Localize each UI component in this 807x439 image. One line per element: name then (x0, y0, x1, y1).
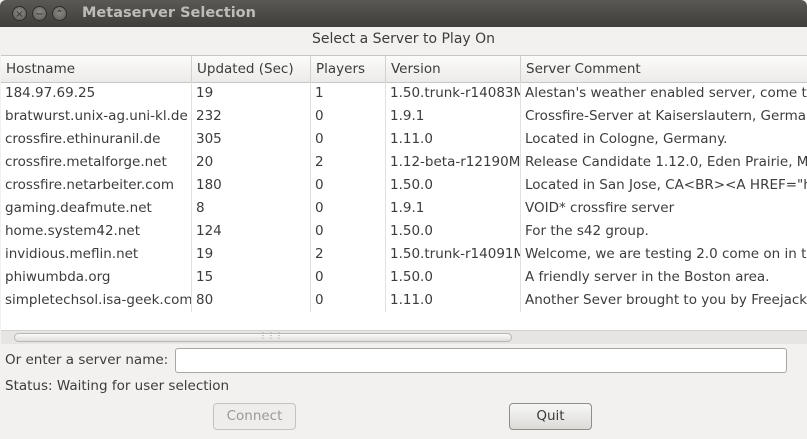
cell-hostname: invidious.meflin.net (1, 243, 192, 266)
cell-players: 0 (311, 266, 386, 289)
connect-button[interactable]: Connect (213, 403, 296, 430)
cell-version: 1.11.0 (386, 128, 521, 151)
cell-hostname: phiwumbda.org (1, 266, 192, 289)
title-bar[interactable]: × − ⌃ Metaserver Selection (0, 0, 807, 27)
cell-players: 2 (311, 243, 386, 266)
cell-updated: 80 (192, 289, 311, 312)
cell-comment: Release Candidate 1.12.0, Eden Prairie, … (525, 154, 807, 170)
table-row[interactable]: 184.97.69.25 19 1 1.50.trunk-r14083M Ale… (1, 82, 807, 105)
cell-hostname: home.system42.net (1, 220, 192, 243)
cell-hostname: crossfire.netarbeiter.com (1, 174, 192, 197)
table-row[interactable]: crossfire.ethinuranil.de 305 0 1.11.0 Lo… (1, 128, 807, 151)
quit-button[interactable]: Quit (509, 403, 592, 430)
cell-players: 2 (311, 151, 386, 174)
column-header-players[interactable]: Players (311, 56, 386, 82)
column-header-hostname[interactable]: Hostname (1, 56, 192, 82)
cell-players: 0 (311, 128, 386, 151)
column-header-version[interactable]: Version (386, 56, 521, 82)
cell-hostname: crossfire.metalforge.net (1, 151, 192, 174)
column-header-comment[interactable]: Server Comment (521, 56, 807, 82)
cell-updated: 19 (192, 82, 311, 105)
cell-version: 1.12-beta-r12190M (386, 151, 521, 174)
cell-version: 1.11.0 (386, 289, 521, 312)
cell-version: 1.50.0 (386, 266, 521, 289)
table-row[interactable]: home.system42.net 124 0 1.50.0 For the s… (1, 220, 807, 243)
minimize-icon[interactable]: − (32, 6, 47, 21)
cell-version: 1.50.trunk-r14091M (386, 243, 521, 266)
cell-updated: 20 (192, 151, 311, 174)
maximize-icon[interactable]: ⌃ (52, 6, 67, 21)
table-row[interactable]: crossfire.netarbeiter.com 180 0 1.50.0 L… (1, 174, 807, 197)
grip-icon: ⋮⋮⋮ (259, 331, 283, 340)
cell-hostname: bratwurst.unix-ag.uni-kl.de (1, 105, 192, 128)
cell-hostname: simpletechsol.isa-geek.com (1, 289, 192, 312)
window-title: Metaserver Selection (82, 5, 256, 21)
cell-updated: 305 (192, 128, 311, 151)
cell-updated: 15 (192, 266, 311, 289)
cell-hostname: crossfire.ethinuranil.de (1, 128, 192, 151)
table-row[interactable]: gaming.deafmute.net 8 0 1.9.1 VOID* cros… (1, 197, 807, 220)
cell-comment: Located in Cologne, Germany. (525, 131, 728, 147)
cell-version: 1.9.1 (386, 197, 521, 220)
cell-comment: Located in San Jose, CA<BR><A HREF="ht (525, 177, 807, 193)
cell-updated: 180 (192, 174, 311, 197)
cell-players: 0 (311, 105, 386, 128)
cell-comment: For the s42 group. (525, 223, 649, 239)
table-row[interactable]: crossfire.metalforge.net 20 2 1.12-beta-… (1, 151, 807, 174)
cell-comment: A friendly server in the Boston area. (525, 269, 770, 285)
cell-players: 1 (311, 82, 386, 105)
horizontal-scrollbar[interactable]: ⋮⋮⋮ (1, 330, 807, 344)
table-row[interactable]: invidious.meflin.net 19 2 1.50.trunk-r14… (1, 243, 807, 266)
cell-version: 1.50.trunk-r14083M (386, 82, 521, 105)
server-table[interactable]: Hostname Updated (Sec) Players Version S… (1, 55, 807, 331)
cell-version: 1.9.1 (386, 105, 521, 128)
cell-players: 0 (311, 289, 386, 312)
table-row[interactable]: phiwumbda.org 15 0 1.50.0 A friendly ser… (1, 266, 807, 289)
cell-updated: 19 (192, 243, 311, 266)
table-header: Hostname Updated (Sec) Players Version S… (1, 56, 807, 83)
cell-comment: Crossfire-Server at Kaiserslautern, Germ… (525, 108, 807, 124)
close-icon[interactable]: × (12, 6, 27, 21)
scrollbar-thumb[interactable]: ⋮⋮⋮ (14, 331, 512, 342)
table-row[interactable]: bratwurst.unix-ag.uni-kl.de 232 0 1.9.1 … (1, 105, 807, 128)
dialog-heading: Select a Server to Play On (311, 31, 496, 47)
cell-players: 0 (311, 220, 386, 243)
cell-updated: 8 (192, 197, 311, 220)
cell-updated: 232 (192, 105, 311, 128)
cell-updated: 124 (192, 220, 311, 243)
cell-comment: Alestan's weather enabled server, come t… (525, 85, 807, 101)
cell-players: 0 (311, 197, 386, 220)
table-row[interactable]: simpletechsol.isa-geek.com 80 0 1.11.0 A… (1, 289, 807, 312)
cell-hostname: gaming.deafmute.net (1, 197, 192, 220)
cell-comment: Another Sever brought to you by Freejack… (525, 292, 807, 308)
server-name-label: Or enter a server name: (5, 352, 169, 368)
cell-version: 1.50.0 (386, 174, 521, 197)
column-header-updated[interactable]: Updated (Sec) (192, 56, 311, 82)
server-name-input[interactable] (175, 348, 787, 373)
cell-hostname: 184.97.69.25 (1, 82, 192, 105)
cell-players: 0 (311, 174, 386, 197)
cell-comment: VOID* crossfire server (525, 200, 675, 216)
cell-comment: Welcome, we are testing 2.0 come on in t… (525, 246, 807, 262)
status-text: Status: Waiting for user selection (5, 378, 230, 394)
cell-version: 1.50.0 (386, 220, 521, 243)
